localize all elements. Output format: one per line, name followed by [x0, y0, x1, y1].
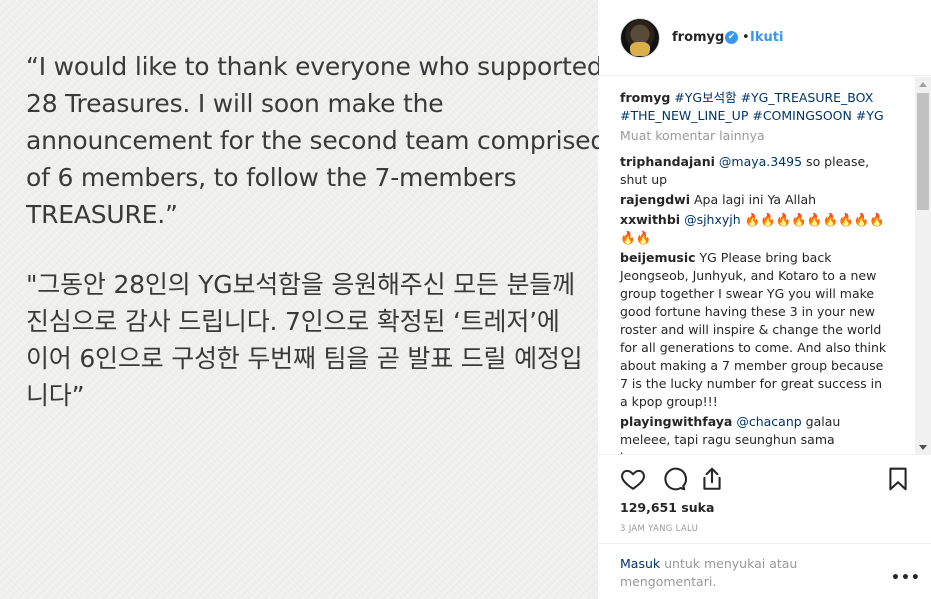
- comment-list: fromyg #YG보석함 #YG_TREASURE_BOX #THE_NEW_…: [620, 89, 890, 454]
- hashtag-link[interactable]: #THE_NEW_LINE_UP: [620, 108, 748, 123]
- hashtag-link[interactable]: #YG: [856, 108, 884, 123]
- comments-section: fromyg #YG보석함 #YG_TREASURE_BOX #THE_NEW_…: [599, 77, 931, 455]
- korean-quote-line: 이어 6인으로 구성한 두번째 팀을 곧 발표 드릴 예정입: [26, 344, 583, 373]
- hashtag-link[interactable]: #YG_TREASURE_BOX: [741, 90, 874, 105]
- comment-item: triphandajani @maya.3495 so please, shut…: [620, 153, 890, 189]
- action-bar: [599, 456, 931, 502]
- avatar[interactable]: [620, 18, 660, 58]
- scroll-up-arrow-icon[interactable]: [919, 82, 927, 87]
- korean-quote-line: 니다”: [26, 381, 85, 410]
- caption: fromyg #YG보석함 #YG_TREASURE_BOX #THE_NEW_…: [620, 89, 890, 125]
- english-quote: “I would like to thank everyone who supp…: [26, 48, 607, 233]
- english-quote-line: of 6 members, to follow the 7-members: [26, 163, 517, 192]
- comment-text: Apa lagi ini Ya Allah: [693, 192, 817, 207]
- comment-mention[interactable]: @chacanp: [736, 414, 801, 429]
- scrollbar-thumb[interactable]: [917, 93, 929, 210]
- hashtag-link[interactable]: #YG보석함: [674, 90, 736, 105]
- verified-badge-icon: ✔: [725, 31, 738, 44]
- korean-quote-line: 진심으로 감사 드립니다. 7인으로 확정된 ‘트레저’에: [26, 307, 560, 336]
- comment-icon[interactable]: [661, 466, 687, 492]
- login-link[interactable]: Masuk: [620, 556, 660, 571]
- login-prompt: Masuk untuk menyukai atau mengomentari.: [620, 555, 860, 591]
- hashtag-link[interactable]: #COMINGSOON: [752, 108, 852, 123]
- korean-quote-line: "그동안 28인의 YG보석함을 응원해주신 모든 분들께: [26, 270, 575, 299]
- heart-icon[interactable]: [620, 466, 646, 492]
- comment-item: xxwithbi @sjhxyjh 🔥🔥🔥🔥🔥🔥🔥🔥🔥🔥🔥: [620, 211, 890, 247]
- load-more-comments-button[interactable]: Muat komentar lainnya: [620, 127, 890, 145]
- comment-mention[interactable]: @maya.3495: [719, 154, 802, 169]
- post-image: “I would like to thank everyone who supp…: [0, 0, 607, 599]
- follow-button[interactable]: Ikuti: [750, 30, 783, 45]
- comment-item: playingwithfaya @chacanp galau meleee, t…: [620, 413, 890, 454]
- comment-item: beijemusic YG Please bring back Jeongseo…: [620, 249, 890, 411]
- comment-username[interactable]: xxwithbi: [620, 212, 680, 227]
- comment-username[interactable]: rajengdwi: [620, 192, 690, 207]
- english-quote-line: TREASURE.”: [26, 200, 178, 229]
- english-quote-line: announcement for the second team compris…: [26, 126, 607, 155]
- header-username[interactable]: fromyg: [672, 30, 724, 45]
- scroll-down-arrow-icon[interactable]: [919, 445, 927, 450]
- comment-username[interactable]: triphandajani: [620, 154, 715, 169]
- share-icon[interactable]: [699, 466, 725, 492]
- bookmark-icon[interactable]: [885, 466, 911, 492]
- comments-scrollbar[interactable]: [915, 77, 931, 455]
- post-header: fromyg ✔ • Ikuti: [599, 0, 931, 76]
- divider: [599, 543, 931, 544]
- separator-dot: •: [742, 30, 750, 45]
- post-sidebar: fromyg ✔ • Ikuti fromyg #YG보석함 #YG_TREAS…: [599, 0, 931, 599]
- more-options-icon[interactable]: •••: [891, 570, 921, 586]
- post-timestamp[interactable]: 3 JAM YANG LALU: [620, 524, 698, 534]
- korean-quote: "그동안 28인의 YG보석함을 응원해주신 모든 분들께 진심으로 감사 드립…: [26, 266, 586, 414]
- likes-count[interactable]: 129,651 suka: [620, 500, 714, 515]
- comment-item: rajengdwi Apa lagi ini Ya Allah: [620, 191, 890, 209]
- caption-username[interactable]: fromyg: [620, 90, 670, 105]
- english-quote-line: “I would like to thank everyone who supp…: [26, 52, 603, 81]
- english-quote-line: 28 Treasures. I will soon make the: [26, 89, 444, 118]
- comment-username[interactable]: beijemusic: [620, 250, 696, 265]
- comment-mention[interactable]: @sjhxyjh: [684, 212, 741, 227]
- comment-text: YG Please bring back Jeongseob, Junhyuk,…: [620, 250, 887, 409]
- comment-username[interactable]: playingwithfaya: [620, 414, 732, 429]
